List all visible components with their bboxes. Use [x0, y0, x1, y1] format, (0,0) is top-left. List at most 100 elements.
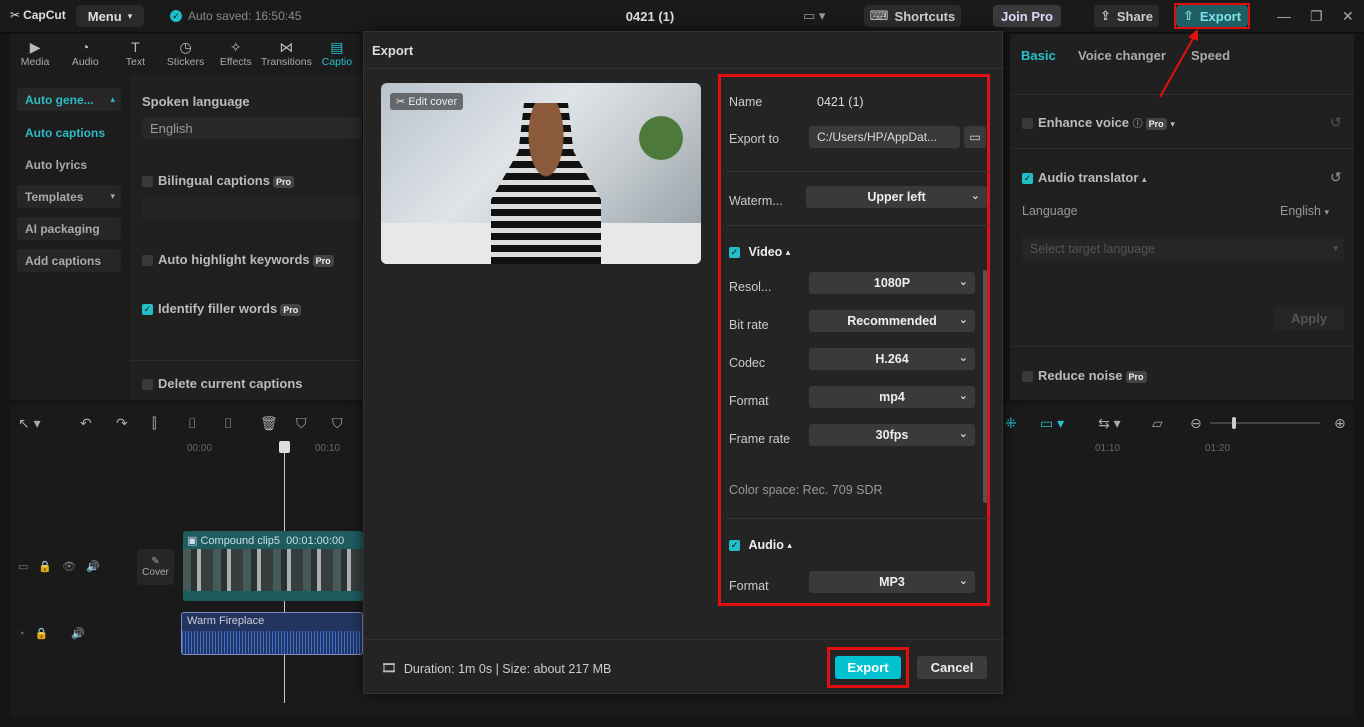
- cover-button[interactable]: ✎Cover: [137, 549, 174, 585]
- select-tool-icon[interactable]: ↖ ▾: [18, 415, 41, 432]
- resolution-select[interactable]: 1080P⌄: [809, 272, 975, 294]
- undo-icon[interactable]: ↶: [80, 415, 92, 432]
- tool-effects[interactable]: ✧Effects: [211, 34, 261, 74]
- capcut-logo-icon: ✂: [10, 8, 20, 22]
- filler-words-option[interactable]: ✓Identify filler wordsPro: [142, 301, 301, 316]
- audio-clip[interactable]: Warm Fireplace: [181, 612, 363, 655]
- reset-icon[interactable]: ↺: [1330, 114, 1342, 131]
- nav-auto-generate[interactable]: Auto gene...▴: [17, 88, 121, 111]
- stickers-icon: ◷: [179, 40, 191, 54]
- checkbox-checked[interactable]: ✓: [729, 540, 740, 551]
- captions-content: Spoken language English Bilingual captio…: [130, 74, 362, 400]
- format-value: mp4: [879, 390, 905, 404]
- tool-audio[interactable]: ◔Audio: [60, 34, 110, 74]
- tool-transitions[interactable]: ⋈Transitions: [261, 34, 312, 74]
- apply-button[interactable]: Apply: [1274, 307, 1344, 330]
- codec-select[interactable]: H.264⌄: [809, 348, 975, 370]
- nav-auto-lyrics[interactable]: Auto lyrics: [17, 153, 121, 176]
- snap-icon[interactable]: ⁜: [1005, 415, 1017, 432]
- split-left-icon[interactable]: ⌷: [188, 415, 196, 432]
- nav-add-captions[interactable]: Add captions: [17, 249, 121, 272]
- nav-auto-captions[interactable]: Auto captions: [17, 121, 121, 144]
- split-icon[interactable]: ⫿: [152, 415, 156, 432]
- reduce-noise-option[interactable]: Reduce noisePro: [1022, 368, 1147, 383]
- framerate-select[interactable]: 30fps⌄: [809, 424, 975, 446]
- link-icon[interactable]: ▭ ▾: [1040, 415, 1064, 432]
- name-input[interactable]: 0421 (1): [817, 95, 864, 109]
- settings-scrollbar[interactable]: [983, 270, 987, 503]
- maximize-icon[interactable]: ❐: [1310, 8, 1323, 25]
- checkbox-checked[interactable]: ✓: [1022, 173, 1033, 184]
- redo-icon[interactable]: ↷: [116, 415, 128, 432]
- tab-basic[interactable]: Basic: [1021, 48, 1056, 63]
- bilingual-captions-option[interactable]: Bilingual captionsPro: [142, 173, 294, 188]
- bitrate-select[interactable]: Recommended⌄: [809, 310, 975, 332]
- edit-cover-button[interactable]: ✂Edit cover: [390, 93, 463, 110]
- shortcuts-button[interactable]: ⌨Shortcuts: [864, 5, 961, 27]
- preview-person: [491, 103, 601, 264]
- auto-highlight-label: Auto highlight keywords: [158, 252, 310, 267]
- tool-captions[interactable]: ▤Captio: [312, 34, 362, 74]
- bilingual-label: Bilingual captions: [158, 173, 270, 188]
- tick-label: 01:10: [1095, 443, 1120, 454]
- zoom-slider[interactable]: [1210, 422, 1320, 424]
- playhead-handle[interactable]: [279, 441, 290, 453]
- duration-size-text: Duration: 1m 0s | Size: about 217 MB: [404, 662, 612, 676]
- delete-captions-option[interactable]: Delete current captions: [142, 376, 303, 391]
- zoom-out-icon[interactable]: ⊖: [1190, 415, 1202, 432]
- checkbox[interactable]: [142, 255, 153, 266]
- watermark-select[interactable]: Upper left⌄: [806, 186, 987, 208]
- checkbox[interactable]: [142, 176, 153, 187]
- zoom-slider-handle[interactable]: [1232, 417, 1236, 429]
- video-clip[interactable]: ▣ Compound clip5 00:01:00:00: [183, 531, 363, 601]
- menu-button[interactable]: Menu▾: [76, 5, 144, 27]
- checkbox[interactable]: [142, 379, 153, 390]
- enhance-voice-option[interactable]: Enhance voice ⓘPro ▾: [1022, 115, 1175, 130]
- close-icon[interactable]: ✕: [1342, 8, 1354, 25]
- share-button[interactable]: ⇪Share: [1094, 5, 1159, 27]
- checkbox-checked[interactable]: ✓: [729, 247, 740, 258]
- tool-stickers[interactable]: ◷Stickers: [161, 34, 211, 74]
- folder-icon[interactable]: ▭: [964, 126, 986, 148]
- tool-text[interactable]: TText: [110, 34, 160, 74]
- export-button[interactable]: Export: [835, 656, 901, 679]
- divider: [1010, 148, 1354, 149]
- marker-icon[interactable]: ⛉: [296, 415, 307, 432]
- shield-icon[interactable]: ⛉: [332, 415, 343, 432]
- tool-media[interactable]: ▶Media: [10, 34, 60, 74]
- comment-icon[interactable]: ▱: [1152, 415, 1163, 432]
- split-right-icon[interactable]: ⌷: [224, 415, 232, 432]
- bilingual-select[interactable]: [142, 197, 362, 219]
- spoken-language-select[interactable]: English: [142, 117, 362, 139]
- auto-highlight-option[interactable]: Auto highlight keywordsPro: [142, 252, 334, 267]
- checkbox[interactable]: [1022, 118, 1033, 129]
- audio-track-controls[interactable]: ◔🔒 🔊: [18, 627, 95, 640]
- checkbox[interactable]: [1022, 371, 1033, 382]
- chevron-down-icon: ⌄: [959, 313, 968, 326]
- join-pro-label: Join Pro: [1001, 9, 1053, 24]
- preview-axis-icon[interactable]: ⇆ ▾: [1098, 415, 1121, 432]
- video-section-header[interactable]: ✓ Video ▴: [729, 245, 790, 259]
- checkbox-checked[interactable]: ✓: [142, 304, 153, 315]
- nav-templates[interactable]: Templates▾: [17, 185, 121, 208]
- audio-translator-option[interactable]: ✓Audio translator ▴: [1022, 170, 1147, 185]
- cancel-button[interactable]: Cancel: [917, 656, 987, 679]
- video-clip-caption: ▣ Compound clip5 00:01:00:00: [187, 534, 344, 547]
- zoom-in-icon[interactable]: ⊕: [1334, 415, 1346, 432]
- video-track-controls[interactable]: ▭🔒👁🔊: [18, 560, 110, 573]
- audio-format-select[interactable]: MP3⌄: [809, 571, 975, 593]
- join-pro-button[interactable]: Join Pro: [993, 5, 1061, 27]
- audio-section-header[interactable]: ✓ Audio ▴: [729, 538, 792, 552]
- layout-icon[interactable]: ▭ ▾: [803, 8, 825, 24]
- language-select[interactable]: English ▾: [1280, 204, 1329, 218]
- nav-label: AI packaging: [25, 222, 100, 236]
- minimize-icon[interactable]: —: [1277, 8, 1291, 24]
- reset-icon[interactable]: ↺: [1330, 169, 1342, 186]
- export-path-input[interactable]: C:/Users/HP/AppDat...: [809, 126, 960, 148]
- edit-icon: ✎: [151, 556, 159, 567]
- delete-icon[interactable]: 🗑: [260, 415, 278, 432]
- target-language-select[interactable]: Select target language▾: [1022, 237, 1344, 260]
- format-select[interactable]: mp4⌄: [809, 386, 975, 408]
- enhance-voice-label: Enhance voice: [1038, 115, 1129, 130]
- nav-ai-packaging[interactable]: AI packaging: [17, 217, 121, 240]
